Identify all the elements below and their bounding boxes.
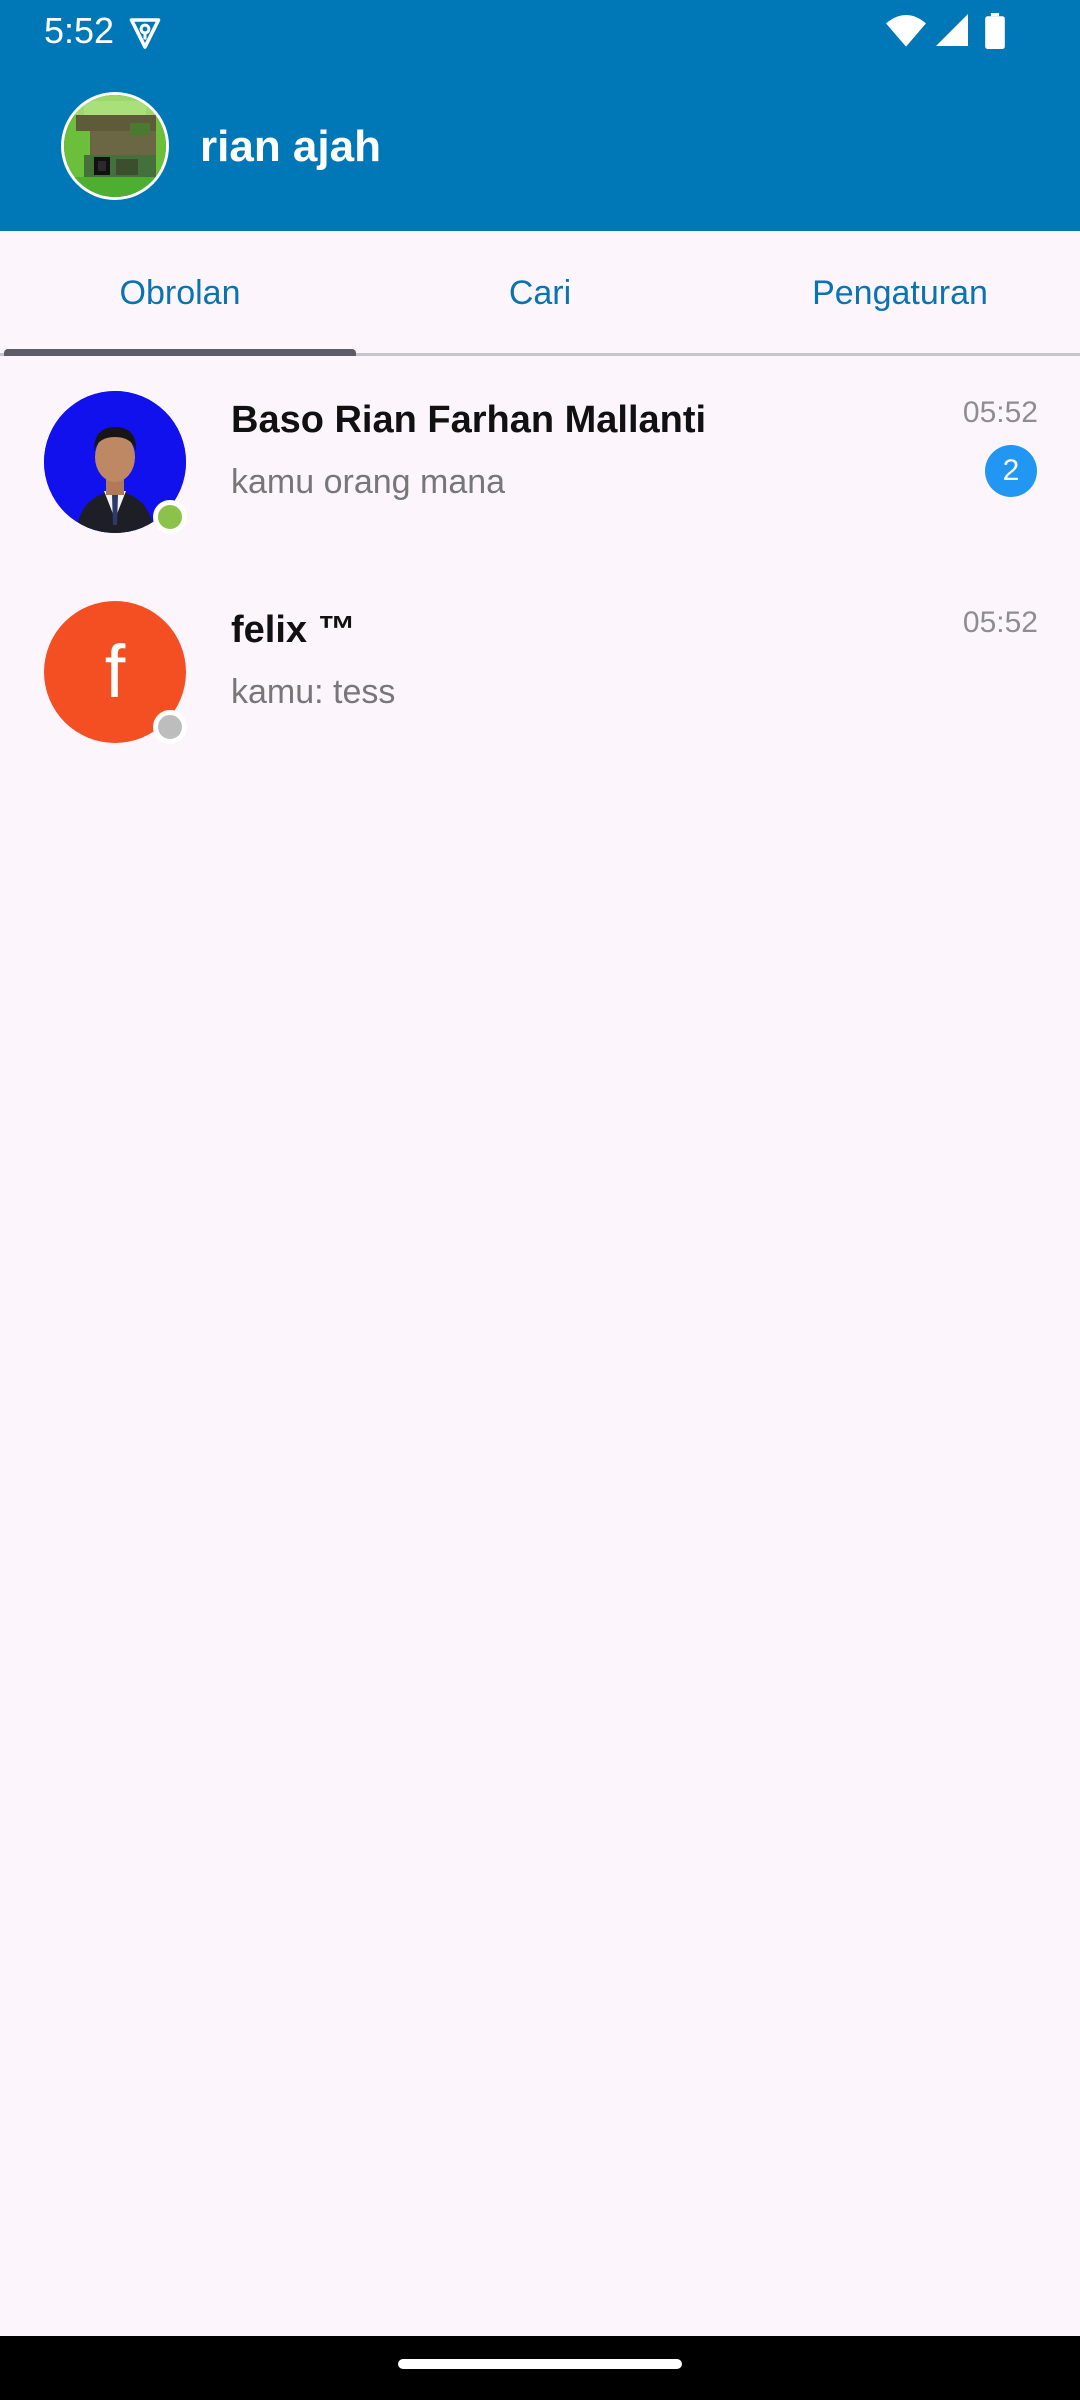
status-time: 5:52 xyxy=(44,10,115,51)
vpn-key-icon xyxy=(129,18,161,49)
pixel-art-avatar-icon xyxy=(64,95,166,197)
app-bar: rian ajah xyxy=(0,62,1080,231)
tab-obrolan[interactable]: Obrolan xyxy=(0,231,360,355)
profile-avatar[interactable] xyxy=(61,92,169,200)
chat-list-item[interactable]: Baso Rian Farhan Mallanti kamu orang man… xyxy=(0,357,1080,567)
online-status-dot xyxy=(153,500,187,534)
app-title: rian ajah xyxy=(200,122,381,171)
status-bar: 5:52 xyxy=(0,0,1080,62)
chat-timestamp: 05:52 xyxy=(962,606,1038,639)
chat-timestamp: 05:52 xyxy=(962,396,1038,429)
tab-indicator xyxy=(4,349,356,356)
chat-last-message: kamu: tess xyxy=(231,673,396,711)
system-navigation-bar xyxy=(0,2336,1080,2400)
cellular-signal-icon xyxy=(936,14,968,46)
tab-pengaturan[interactable]: Pengaturan xyxy=(720,231,1080,355)
contact-avatar xyxy=(44,391,187,534)
battery-icon xyxy=(985,13,1005,49)
tab-cari[interactable]: Cari xyxy=(360,231,720,355)
wifi-icon xyxy=(886,15,926,47)
unread-count-badge: 2 xyxy=(985,445,1037,497)
chat-name: felix ™ xyxy=(231,609,356,651)
chat-list-item[interactable]: f felix ™ kamu: tess 05:52 xyxy=(0,567,1080,777)
chat-name: Baso Rian Farhan Mallanti xyxy=(231,399,707,441)
home-gesture-handle[interactable] xyxy=(398,2359,682,2369)
chat-last-message: kamu orang mana xyxy=(231,463,506,501)
contact-avatar: f xyxy=(44,601,187,744)
top-header: 5:52 rian ajah xyxy=(0,0,1080,231)
tab-bar: Obrolan Cari Pengaturan xyxy=(0,231,1080,357)
offline-status-dot xyxy=(153,710,187,744)
